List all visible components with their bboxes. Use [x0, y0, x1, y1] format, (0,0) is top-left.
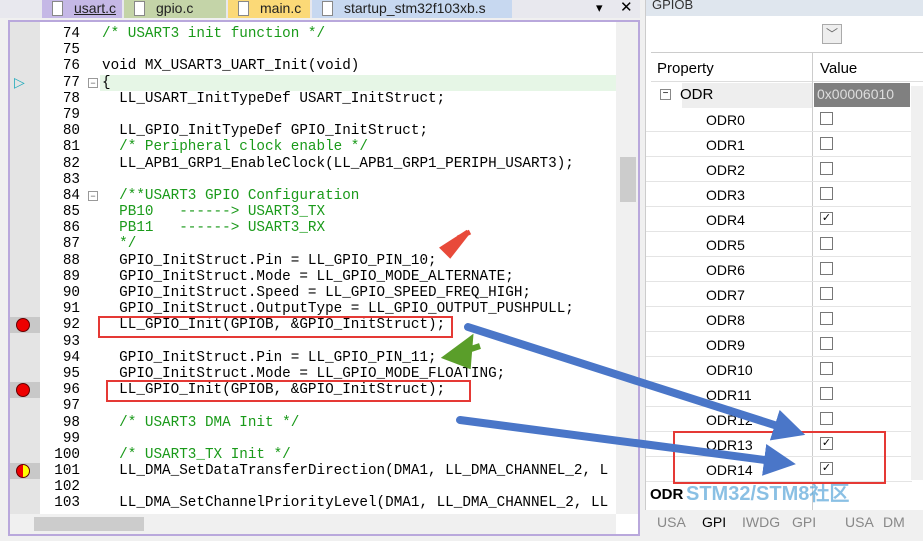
- red-arrow: [439, 229, 472, 259]
- green-arrow: [440, 333, 481, 370]
- annotation-arrows: [439, 229, 806, 476]
- arrow-to-odr14: [456, 416, 796, 476]
- arrow-to-odr13: [464, 323, 806, 441]
